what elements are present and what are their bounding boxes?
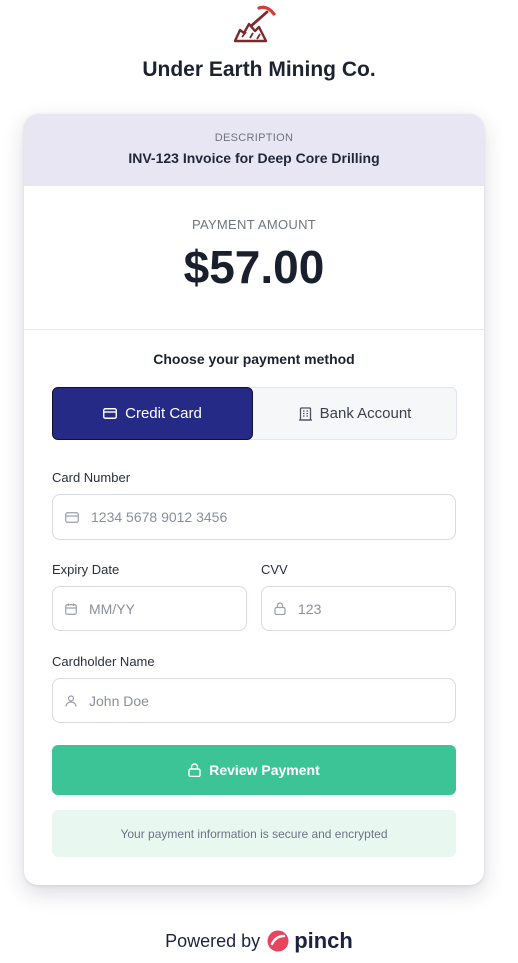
payment-method-toggle: Credit Card Bank Account bbox=[52, 387, 457, 440]
invoice-description: INV-123 Invoice for Deep Core Drilling bbox=[128, 150, 380, 166]
expiry-date-field[interactable] bbox=[52, 586, 247, 631]
payment-card: DESCRIPTION INV-123 Invoice for Deep Cor… bbox=[24, 114, 484, 885]
tab-credit-card-label: Credit Card bbox=[125, 405, 202, 422]
security-notice: Your payment information is secure and e… bbox=[52, 810, 456, 857]
security-notice-text: Your payment information is secure and e… bbox=[120, 826, 388, 841]
amount-section: PAYMENT AMOUNT $57.00 bbox=[24, 186, 484, 330]
powered-by-text: Powered by bbox=[165, 930, 261, 951]
credit-card-icon bbox=[65, 511, 79, 523]
lock-icon bbox=[274, 602, 286, 615]
cardholder-name-input[interactable] bbox=[89, 692, 455, 709]
payment-amount: $57.00 bbox=[183, 241, 325, 293]
credit-card-icon bbox=[103, 408, 118, 419]
cvv-input[interactable] bbox=[298, 600, 455, 617]
expiry-date-label: Expiry Date bbox=[52, 562, 120, 577]
payment-amount-label: PAYMENT AMOUNT bbox=[191, 217, 317, 232]
user-icon bbox=[65, 694, 77, 707]
calendar-icon bbox=[65, 603, 77, 615]
payment-method-title: Choose your payment method bbox=[153, 351, 355, 367]
company-name: Under Earth Mining Co. bbox=[142, 58, 376, 81]
description-section: DESCRIPTION INV-123 Invoice for Deep Cor… bbox=[24, 114, 484, 186]
company-logo bbox=[229, 4, 279, 46]
card-number-field[interactable] bbox=[52, 494, 456, 540]
tab-credit-card[interactable]: Credit Card bbox=[52, 387, 253, 440]
mining-pickaxe-icon bbox=[233, 5, 276, 43]
pinch-brand[interactable]: pinch bbox=[294, 928, 353, 954]
bank-icon bbox=[298, 406, 312, 421]
pinch-logo-icon bbox=[267, 930, 289, 952]
review-payment-label: Review Payment bbox=[209, 762, 320, 778]
card-number-label: Card Number bbox=[52, 470, 131, 485]
review-payment-button[interactable]: Review Payment bbox=[52, 745, 456, 795]
lock-icon bbox=[188, 763, 201, 777]
cardholder-name-label: Cardholder Name bbox=[52, 654, 155, 669]
expiry-date-input[interactable] bbox=[89, 600, 246, 617]
cvv-field[interactable] bbox=[261, 586, 456, 631]
description-label: DESCRIPTION bbox=[214, 132, 294, 144]
cvv-label: CVV bbox=[261, 562, 288, 577]
tab-bank-account[interactable]: Bank Account bbox=[254, 388, 456, 439]
cardholder-name-field[interactable] bbox=[52, 678, 456, 723]
card-number-input[interactable] bbox=[91, 509, 455, 525]
tab-bank-account-label: Bank Account bbox=[319, 405, 412, 422]
footer: Powered by pinch bbox=[0, 928, 518, 954]
